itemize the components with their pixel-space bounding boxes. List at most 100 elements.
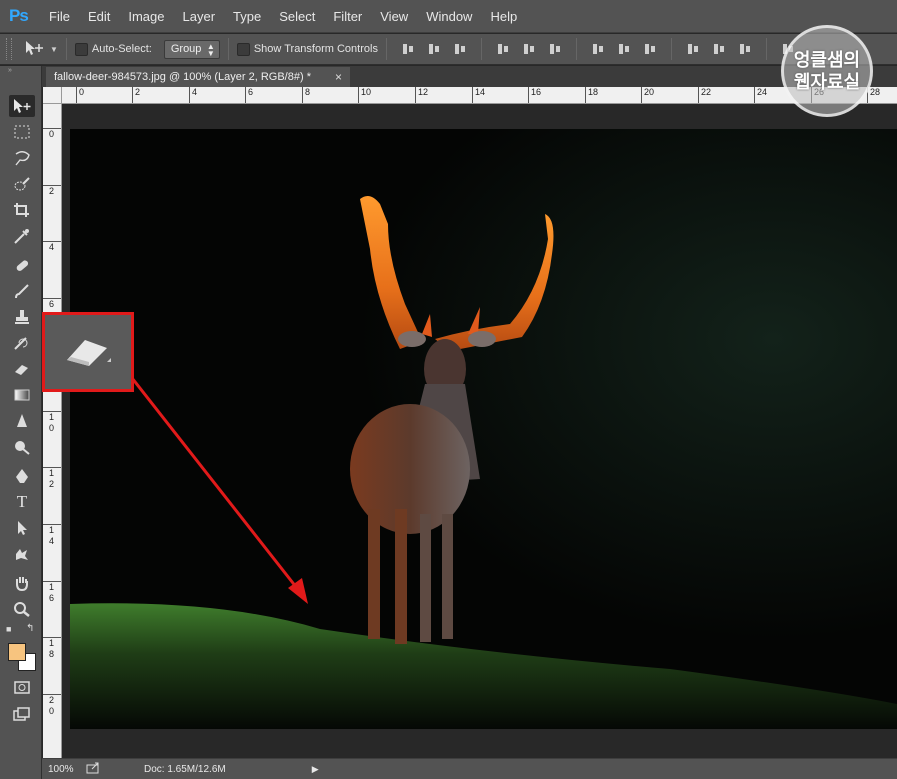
menu-type[interactable]: Type (233, 9, 261, 24)
menu-help[interactable]: Help (490, 9, 517, 24)
zoom-level[interactable]: 100% (42, 764, 86, 775)
align-bottom-icon[interactable] (453, 42, 467, 56)
quick-selection-tool-button[interactable] (9, 173, 35, 195)
chevron-down-icon[interactable]: ▼ (50, 45, 58, 54)
ruler-label: 14 (472, 87, 485, 103)
move-tool-button[interactable] (9, 95, 35, 117)
history-brush-tool-button[interactable] (9, 332, 35, 354)
align-left-icon[interactable] (496, 42, 510, 56)
ruler-label: 8 (302, 87, 310, 103)
ruler-label: 1 2 (43, 467, 61, 490)
ruler-label: 18 (585, 87, 598, 103)
default-colors-icon[interactable]: ■ (6, 624, 11, 634)
auto-select-checkbox[interactable] (74, 42, 88, 56)
eyedropper-tool-button[interactable] (9, 225, 35, 247)
pen-tool-button[interactable] (9, 465, 35, 487)
menu-bar: Ps File Edit Image Layer Type Select Fil… (0, 0, 897, 33)
align-top-icon[interactable] (401, 42, 415, 56)
swap-colors-icon[interactable]: ↰ (26, 623, 34, 634)
options-bar: ▼ Auto-Select: Group ▲ ▼ Show Transform C… (0, 34, 897, 65)
blur-tool-button[interactable] (9, 410, 35, 432)
menu-filter[interactable]: Filter (333, 9, 362, 24)
distribute-bottom-icon[interactable] (643, 42, 657, 56)
close-icon[interactable]: × (335, 70, 342, 84)
ruler-label: 1 6 (43, 581, 61, 604)
marquee-tool-button[interactable] (9, 121, 35, 143)
menu-window[interactable]: Window (426, 9, 472, 24)
zoom-tool-button[interactable] (9, 598, 35, 620)
divider (385, 38, 387, 60)
ruler-label: 1 4 (43, 524, 61, 547)
distribute-right-icon[interactable] (738, 42, 752, 56)
menu-view[interactable]: View (380, 9, 408, 24)
collapse-panel-icon[interactable]: » (0, 66, 41, 76)
menu-edit[interactable]: Edit (88, 9, 110, 24)
align-buttons (395, 38, 801, 60)
divider (65, 38, 67, 60)
ruler-label: 22 (698, 87, 711, 103)
ruler-origin[interactable] (43, 87, 62, 104)
document-tab-title: fallow-deer-984573.jpg @ 100% (Layer 2, … (54, 71, 311, 83)
menu-image[interactable]: Image (128, 9, 164, 24)
align-right-icon[interactable] (548, 42, 562, 56)
distribute-left-icon[interactable] (686, 42, 700, 56)
gradient-tool-button[interactable] (9, 384, 35, 406)
dodge-tool-button[interactable] (9, 436, 35, 458)
ruler-label: 2 0 (43, 694, 61, 717)
custom-shape-tool-button[interactable] (9, 543, 35, 565)
dropdown-value: Group (170, 43, 202, 55)
ruler-label: 12 (415, 87, 428, 103)
path-selection-tool-button[interactable] (9, 517, 35, 539)
ruler-label: 1 8 (43, 637, 61, 660)
eraser-icon (63, 332, 113, 373)
brush-tool-button[interactable] (9, 280, 35, 302)
document-tab-bar: fallow-deer-984573.jpg @ 100% (Layer 2, … (42, 66, 897, 87)
menu-file[interactable]: File (49, 9, 70, 24)
watermark-seal: 엉클샘의 웹자료실 (781, 25, 873, 117)
status-menu-arrow-icon[interactable]: ▶ (312, 764, 319, 775)
export-icon[interactable] (86, 762, 100, 777)
crop-tool-button[interactable] (9, 199, 35, 221)
align-hcenter-icon[interactable] (522, 42, 536, 56)
ruler-label: 2 (43, 185, 61, 197)
horizontal-ruler[interactable]: 0 2 4 6 8 10 12 14 16 18 20 22 24 26 28 (62, 87, 897, 104)
watermark-line: 웹자료실 (793, 72, 861, 92)
ruler-label: 1 0 (43, 411, 61, 434)
foreground-color-swatch[interactable] (8, 643, 26, 661)
menu-select[interactable]: Select (279, 9, 315, 24)
distribute-top-icon[interactable] (591, 42, 605, 56)
annotation-arrow (130, 377, 308, 604)
vertical-ruler[interactable]: 0 2 4 6 8 1 0 1 2 1 4 1 6 1 8 2 0 (43, 104, 62, 758)
lasso-tool-button[interactable] (9, 147, 35, 169)
updown-arrows-icon: ▲ ▼ (206, 41, 215, 58)
document-size-info: Doc: 1.65M/12.6M (144, 763, 226, 775)
clone-stamp-tool-button[interactable] (9, 306, 35, 328)
watermark-line: 엉클샘의 (793, 50, 861, 70)
ruler-label: 6 (245, 87, 253, 103)
options-grip[interactable] (6, 38, 12, 60)
ruler-label: 4 (43, 241, 61, 253)
healing-brush-tool-button[interactable] (9, 255, 35, 277)
divider (765, 38, 767, 60)
show-transform-checkbox[interactable] (236, 42, 250, 56)
type-tool-button[interactable]: T (9, 491, 35, 513)
hand-tool-button[interactable] (9, 572, 35, 594)
screen-mode-icon[interactable] (9, 703, 35, 725)
divider (575, 38, 577, 60)
ruler-label: 2 (132, 87, 140, 103)
ruler-label: 0 (43, 128, 61, 140)
auto-select-target-dropdown[interactable]: Group ▲ ▼ (163, 39, 220, 59)
auto-select-label: Auto-Select: (91, 43, 152, 55)
menu-layer[interactable]: Layer (183, 9, 216, 24)
ruler-label: 6 (43, 298, 61, 310)
divider (227, 38, 229, 60)
eraser-tool-button[interactable] (9, 358, 35, 380)
distribute-hcenter-icon[interactable] (712, 42, 726, 56)
move-tool-icon[interactable] (24, 40, 46, 59)
distribute-vcenter-icon[interactable] (617, 42, 631, 56)
quick-mask-icon[interactable] (9, 676, 35, 698)
document-tab[interactable]: fallow-deer-984573.jpg @ 100% (Layer 2, … (46, 67, 350, 87)
ruler-label: 4 (189, 87, 197, 103)
align-vcenter-icon[interactable] (427, 42, 441, 56)
show-transform-label: Show Transform Controls (253, 43, 378, 55)
